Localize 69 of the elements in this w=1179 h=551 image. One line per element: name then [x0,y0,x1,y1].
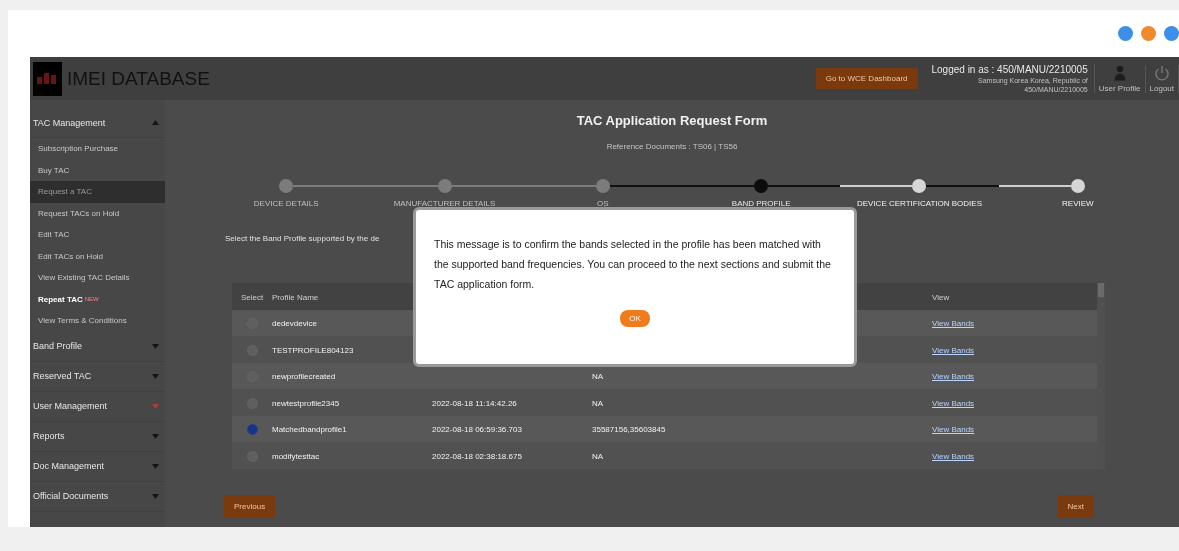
sidebar-section[interactable]: Band Profile [30,331,165,362]
table-cell: 2022-08-18 06:59:36.703 [432,425,522,435]
user-profile-button[interactable]: User Profile [1094,64,1146,93]
dialog-message: This message is to confirm the bands selected in the profile has been matched with the supported band frequencies. You can proceed to the next sections and submit the TAC application form. [434,237,832,292]
window-dot-icon [1141,26,1156,41]
view-bands-link[interactable]: View Bands [932,372,975,382]
view-bands-link[interactable]: View Bands [932,451,975,461]
sidebar-item[interactable]: Request TACs on Hold [30,202,165,224]
table-cell: dedevdevice [272,319,317,329]
window-dot-icon [1118,26,1133,41]
sidebar-item[interactable]: Subscription Purchase [30,138,165,160]
instruction-text: Select the Band Profile supported by the de [225,234,380,243]
sidebar-item[interactable]: Edit TACs on Hold [30,245,165,267]
table-cell: NA [592,398,604,408]
sidebar-item[interactable]: Edit TAC [30,224,165,246]
column-header: View [932,292,951,302]
logo-icon [33,61,62,96]
step-label: REVIEW [1062,199,1094,208]
user-icon [1113,64,1126,81]
caret-icon [152,463,159,469]
logged-in-text: Logged in as : 450/MANU/2210005 [931,64,1088,75]
sidebar-item[interactable]: Repeat TAC $^{NEW}$ [30,288,165,310]
view-bands-link[interactable]: View Bands [932,398,975,408]
view-bands-link[interactable]: View Bands [932,345,975,355]
column-header: Profile Name [272,292,320,302]
table-cell: newprofilecreated [272,372,336,382]
reference-documents-text: Reference Documents : TS06 | TS56 [606,142,738,151]
sidebar-item[interactable]: View Existing TAC Details [30,267,165,289]
step-label: DEVICE CERTIFICATION BODIES [856,199,982,208]
sidebar-section[interactable]: Official Documents [30,481,165,512]
dashboard-button[interactable]: Go to WCE Dashboard [815,68,918,89]
step-label: OS [597,199,609,208]
table-cell: newtestprofile2345 [272,398,340,408]
table-cell: 2022-08-18 11:14:42.26 [432,398,517,408]
caret-icon [152,373,159,379]
step-label: DEVICE DETAILS [253,199,319,208]
table-cell: modifytesttac [272,451,320,461]
table-cell: 2022-08-18 02:38:18.675 [432,451,522,461]
power-icon [1153,64,1170,81]
view-bands-link[interactable]: View Bands [932,425,975,435]
logout-button[interactable]: Logout [1145,64,1179,93]
sidebar-item[interactable]: View Terms & Conditions [30,310,165,332]
caret-icon [152,120,159,125]
previous-button[interactable]: Previous [224,494,276,518]
sidebar-section[interactable]: Reserved TAC [30,361,165,392]
table-cell: 35587156,35603845 [592,425,666,435]
caret-icon [152,403,159,409]
sidebar-section[interactable]: Reports [30,421,165,452]
sidebar-item[interactable]: Request a TAC [30,181,165,203]
sidebar-item[interactable]: Buy TAC [30,159,165,181]
sidebar-section[interactable]: User Management [30,391,165,422]
sidebar-section[interactable]: Doc Management [30,451,165,482]
step-label: BAND PROFILE [731,199,791,208]
scrollbar[interactable] [1097,283,1105,469]
column-header: Select [239,292,265,302]
table-cell: Matchedbandprofile1 [272,425,347,435]
table-cell: NA [592,372,604,382]
caret-icon [152,493,159,499]
caret-icon [152,433,159,439]
radio-button[interactable] [246,424,258,436]
sidebar-section[interactable]: TAC Management [30,108,165,138]
view-bands-link[interactable]: View Bands [932,319,975,329]
window-dot-icon [1164,26,1179,41]
next-button[interactable]: Next [1057,494,1094,518]
table-cell: NA [592,451,604,461]
caret-icon [152,343,159,349]
form-title: TAC Application Request Form [576,113,768,128]
table-cell: TESTPROFILE804123 [272,345,354,355]
step-label: MANUFACTURER DETAILS [393,199,496,208]
